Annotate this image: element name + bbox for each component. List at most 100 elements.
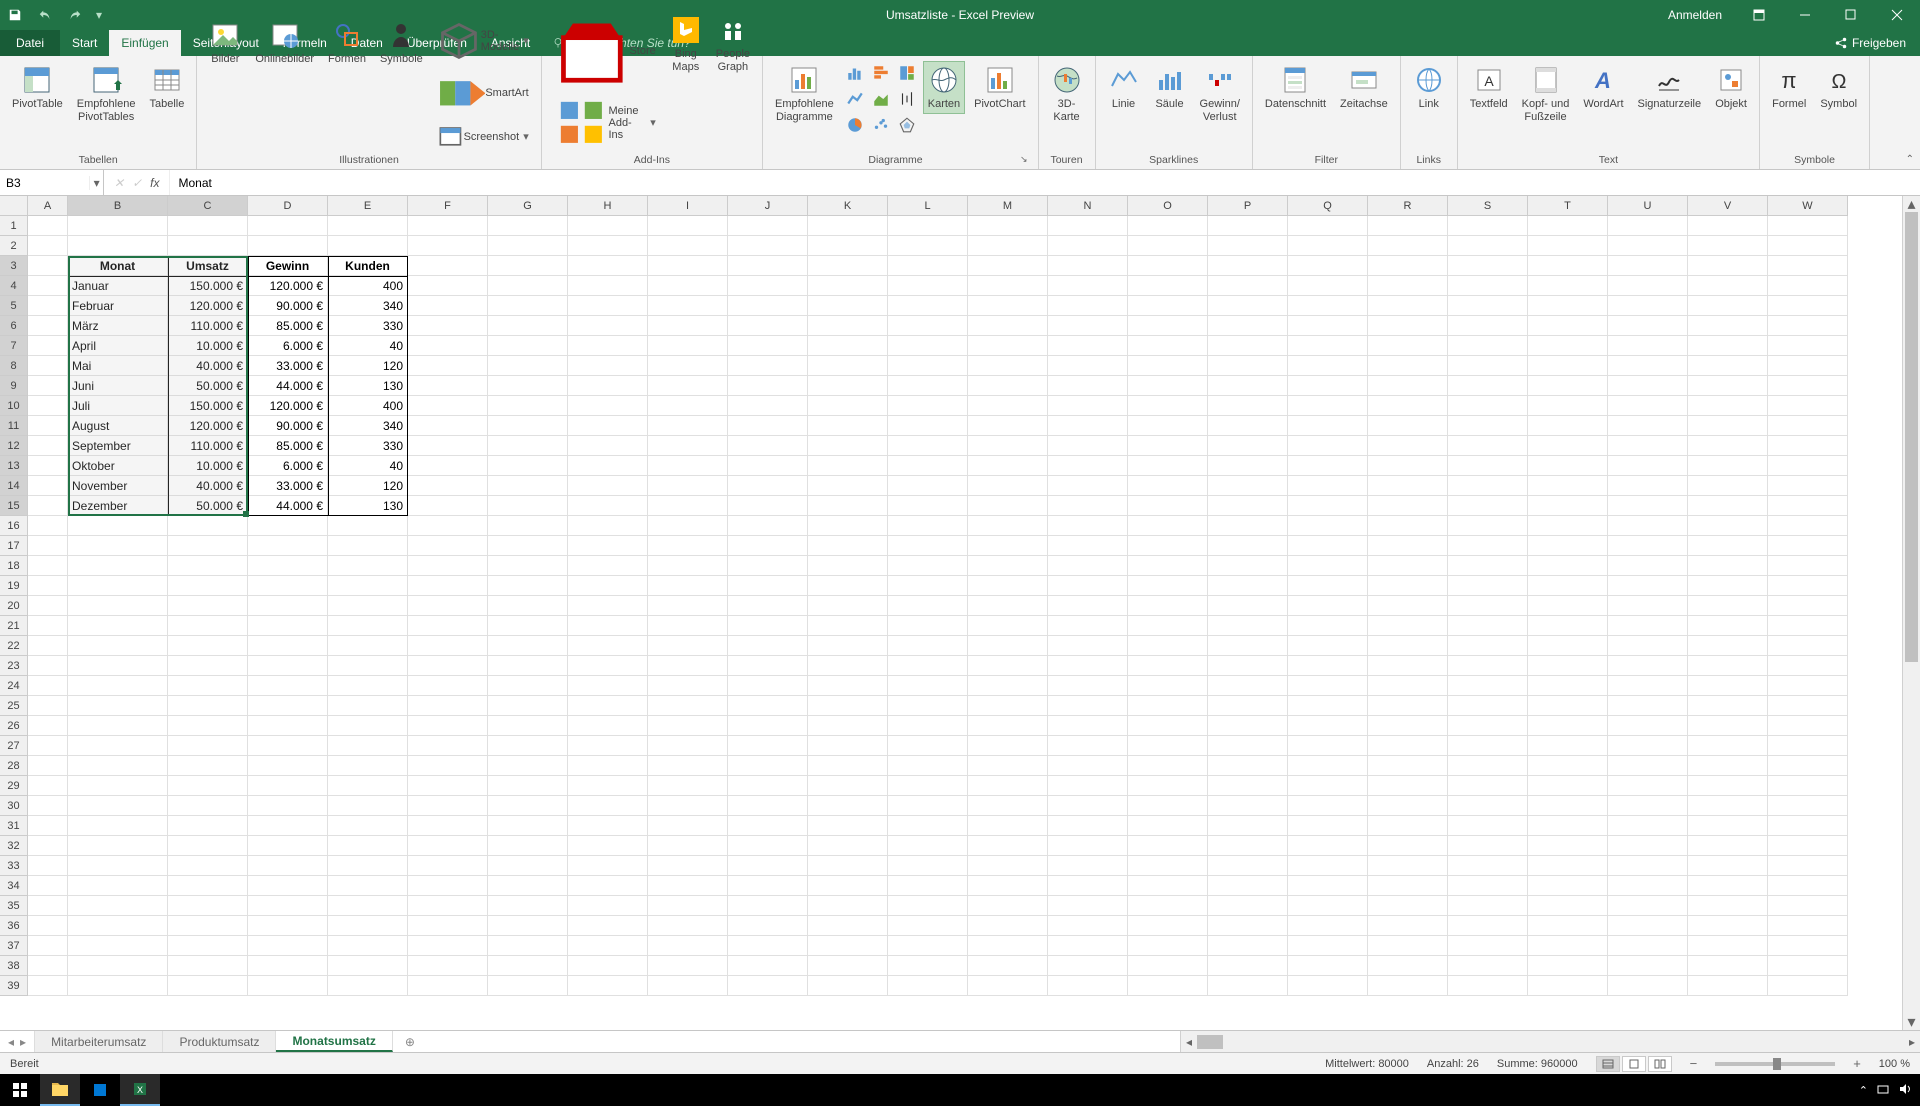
cell-J25[interactable] bbox=[728, 696, 808, 716]
cell-M10[interactable] bbox=[968, 396, 1048, 416]
zoom-in-icon[interactable]: + bbox=[1853, 1056, 1861, 1071]
cell-B4[interactable]: Januar bbox=[68, 276, 168, 296]
cell-F8[interactable] bbox=[408, 356, 488, 376]
cell-S23[interactable] bbox=[1448, 656, 1528, 676]
cell-P4[interactable] bbox=[1208, 276, 1288, 296]
cell-I17[interactable] bbox=[648, 536, 728, 556]
cell-K33[interactable] bbox=[808, 856, 888, 876]
cell-T19[interactable] bbox=[1528, 576, 1608, 596]
cell-R35[interactable] bbox=[1368, 896, 1448, 916]
cell-K27[interactable] bbox=[808, 736, 888, 756]
cell-S9[interactable] bbox=[1448, 376, 1528, 396]
cell-I23[interactable] bbox=[648, 656, 728, 676]
cell-N22[interactable] bbox=[1048, 636, 1128, 656]
row-header-24[interactable]: 24 bbox=[0, 676, 28, 696]
cell-D34[interactable] bbox=[248, 876, 328, 896]
col-header-A[interactable]: A bbox=[28, 196, 68, 216]
cell-P2[interactable] bbox=[1208, 236, 1288, 256]
cell-Q36[interactable] bbox=[1288, 916, 1368, 936]
cell-L15[interactable] bbox=[888, 496, 968, 516]
cell-K36[interactable] bbox=[808, 916, 888, 936]
row-header-13[interactable]: 13 bbox=[0, 456, 28, 476]
qat-customize-icon[interactable]: ▾ bbox=[90, 0, 108, 30]
cell-P11[interactable] bbox=[1208, 416, 1288, 436]
cell-W9[interactable] bbox=[1768, 376, 1848, 396]
cell-K26[interactable] bbox=[808, 716, 888, 736]
cell-H16[interactable] bbox=[568, 516, 648, 536]
cell-D17[interactable] bbox=[248, 536, 328, 556]
cell-P14[interactable] bbox=[1208, 476, 1288, 496]
cell-N10[interactable] bbox=[1048, 396, 1128, 416]
row-header-8[interactable]: 8 bbox=[0, 356, 28, 376]
ribbon-display-icon[interactable] bbox=[1736, 0, 1782, 30]
cell-S6[interactable] bbox=[1448, 316, 1528, 336]
cell-H20[interactable] bbox=[568, 596, 648, 616]
cell-T27[interactable] bbox=[1528, 736, 1608, 756]
cell-N11[interactable] bbox=[1048, 416, 1128, 436]
cell-V5[interactable] bbox=[1688, 296, 1768, 316]
cell-O36[interactable] bbox=[1128, 916, 1208, 936]
cell-U26[interactable] bbox=[1608, 716, 1688, 736]
cell-G16[interactable] bbox=[488, 516, 568, 536]
cell-A16[interactable] bbox=[28, 516, 68, 536]
cell-I35[interactable] bbox=[648, 896, 728, 916]
cell-E16[interactable] bbox=[328, 516, 408, 536]
cell-F30[interactable] bbox=[408, 796, 488, 816]
cell-W16[interactable] bbox=[1768, 516, 1848, 536]
cell-E5[interactable]: 340 bbox=[328, 296, 408, 316]
cell-G33[interactable] bbox=[488, 856, 568, 876]
cell-M7[interactable] bbox=[968, 336, 1048, 356]
cell-P39[interactable] bbox=[1208, 976, 1288, 996]
cell-B32[interactable] bbox=[68, 836, 168, 856]
cell-K18[interactable] bbox=[808, 556, 888, 576]
cell-I33[interactable] bbox=[648, 856, 728, 876]
cell-G35[interactable] bbox=[488, 896, 568, 916]
cell-V30[interactable] bbox=[1688, 796, 1768, 816]
cell-S24[interactable] bbox=[1448, 676, 1528, 696]
col-header-Q[interactable]: Q bbox=[1288, 196, 1368, 216]
cell-Q39[interactable] bbox=[1288, 976, 1368, 996]
cell-H15[interactable] bbox=[568, 496, 648, 516]
cell-O24[interactable] bbox=[1128, 676, 1208, 696]
cell-C4[interactable]: 150.000 € bbox=[168, 276, 248, 296]
cell-I37[interactable] bbox=[648, 936, 728, 956]
cell-W10[interactable] bbox=[1768, 396, 1848, 416]
cell-E7[interactable]: 40 bbox=[328, 336, 408, 356]
cell-H7[interactable] bbox=[568, 336, 648, 356]
cell-N36[interactable] bbox=[1048, 916, 1128, 936]
cell-D13[interactable]: 6.000 € bbox=[248, 456, 328, 476]
cell-D8[interactable]: 33.000 € bbox=[248, 356, 328, 376]
cell-H27[interactable] bbox=[568, 736, 648, 756]
cell-Q28[interactable] bbox=[1288, 756, 1368, 776]
cell-M24[interactable] bbox=[968, 676, 1048, 696]
cell-M32[interactable] bbox=[968, 836, 1048, 856]
cell-T30[interactable] bbox=[1528, 796, 1608, 816]
cell-G25[interactable] bbox=[488, 696, 568, 716]
row-header-35[interactable]: 35 bbox=[0, 896, 28, 916]
cell-V9[interactable] bbox=[1688, 376, 1768, 396]
cell-W6[interactable] bbox=[1768, 316, 1848, 336]
cell-S16[interactable] bbox=[1448, 516, 1528, 536]
cell-L35[interactable] bbox=[888, 896, 968, 916]
cell-W36[interactable] bbox=[1768, 916, 1848, 936]
cell-P13[interactable] bbox=[1208, 456, 1288, 476]
cell-U8[interactable] bbox=[1608, 356, 1688, 376]
cell-U23[interactable] bbox=[1608, 656, 1688, 676]
col-header-E[interactable]: E bbox=[328, 196, 408, 216]
pie-chart-icon[interactable] bbox=[844, 114, 866, 136]
enter-formula-icon[interactable]: ✓ bbox=[132, 176, 142, 190]
cell-G18[interactable] bbox=[488, 556, 568, 576]
cell-A31[interactable] bbox=[28, 816, 68, 836]
cell-K13[interactable] bbox=[808, 456, 888, 476]
cell-R7[interactable] bbox=[1368, 336, 1448, 356]
cell-V27[interactable] bbox=[1688, 736, 1768, 756]
select-all-corner[interactable] bbox=[0, 196, 28, 216]
cell-E11[interactable]: 340 bbox=[328, 416, 408, 436]
cell-O26[interactable] bbox=[1128, 716, 1208, 736]
cell-B35[interactable] bbox=[68, 896, 168, 916]
cell-B10[interactable]: Juli bbox=[68, 396, 168, 416]
cell-M31[interactable] bbox=[968, 816, 1048, 836]
cell-B29[interactable] bbox=[68, 776, 168, 796]
cell-E25[interactable] bbox=[328, 696, 408, 716]
cell-L8[interactable] bbox=[888, 356, 968, 376]
